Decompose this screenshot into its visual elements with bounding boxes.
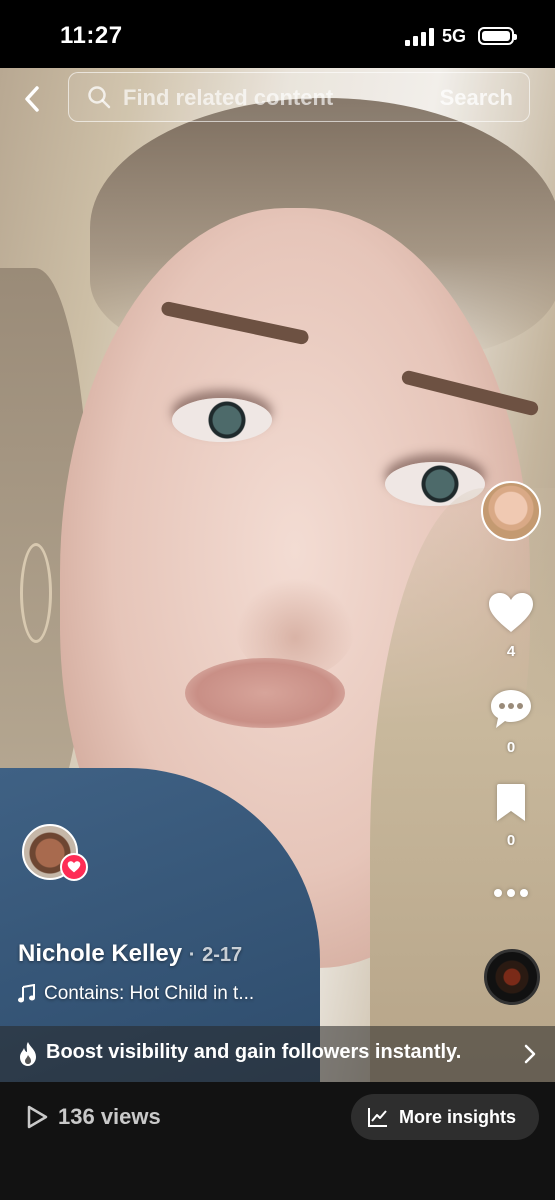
separator: · xyxy=(188,944,196,966)
chart-icon xyxy=(368,1108,387,1127)
favorite-count: 0 xyxy=(506,832,516,849)
view-count: 136 views xyxy=(26,1104,161,1130)
video-player[interactable] xyxy=(0,68,555,1082)
top-search-row: Find related content Search xyxy=(0,72,555,124)
play-icon xyxy=(27,1105,48,1129)
battery-icon xyxy=(478,27,517,45)
bottom-bar: 136 views More insights xyxy=(0,1082,555,1200)
search-button[interactable]: Search xyxy=(440,85,513,111)
chevron-right-icon xyxy=(524,1044,536,1064)
heart-badge-icon[interactable] xyxy=(60,853,88,881)
heart-icon xyxy=(489,593,533,632)
music-disc[interactable] xyxy=(484,949,540,1005)
like-button[interactable]: 4 xyxy=(486,592,536,660)
comment-count: 0 xyxy=(506,739,516,756)
post-date: 2-17 xyxy=(202,944,243,966)
more-options-button[interactable] xyxy=(486,886,536,904)
comment-button[interactable]: 0 xyxy=(486,688,536,756)
back-button[interactable] xyxy=(18,84,48,114)
music-info[interactable]: Contains: Hot Child in t... xyxy=(18,983,254,1005)
network-type: 5G xyxy=(442,26,467,46)
flame-icon xyxy=(20,1042,36,1066)
music-note-icon xyxy=(18,984,35,1003)
more-insights-button[interactable]: More insights xyxy=(351,1094,539,1140)
search-input[interactable]: Find related content Search xyxy=(68,72,530,122)
status-time: 11:27 xyxy=(60,22,123,49)
comment-icon xyxy=(491,690,531,728)
signal-icon xyxy=(405,28,435,46)
boost-promo-bar[interactable]: Boost visibility and gain followers inst… xyxy=(0,1026,555,1082)
more-icon xyxy=(494,889,528,897)
music-title: Contains: Hot Child in t... xyxy=(44,983,255,1004)
author-name[interactable]: Nichole Kelley xyxy=(18,940,182,967)
more-insights-label: More insights xyxy=(399,1107,517,1127)
favorite-button[interactable]: 0 xyxy=(486,783,536,849)
video-author-line: Nichole Kelley · 2-17 xyxy=(18,940,242,968)
like-count: 4 xyxy=(506,643,516,660)
search-icon xyxy=(88,86,111,109)
status-bar: 11:27 5G xyxy=(0,0,555,68)
search-placeholder: Find related content xyxy=(123,85,334,110)
views-text: 136 views xyxy=(58,1104,161,1129)
creator-profile-avatar[interactable] xyxy=(481,481,541,541)
boost-text: Boost visibility and gain followers inst… xyxy=(46,1041,462,1063)
bookmark-icon xyxy=(497,784,525,821)
